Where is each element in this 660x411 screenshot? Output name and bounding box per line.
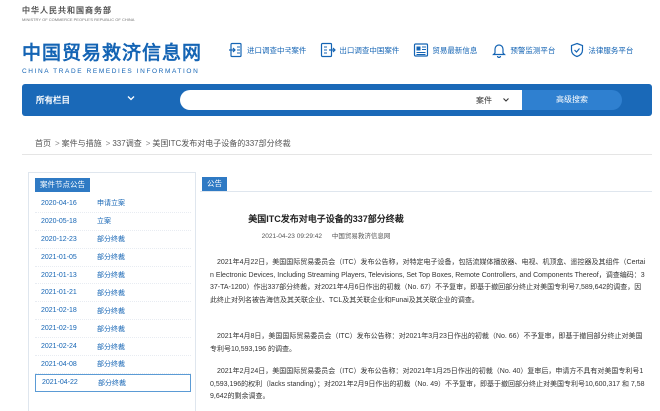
nav-label: 贸易最新信息 [432,45,478,55]
search-category-select[interactable]: 案件 [476,95,492,106]
ministry-header[interactable]: 中华人民共和国商务部 MINISTRY OF COMMERCE PEOPLE'S… [22,5,134,22]
list-item[interactable]: 2021-04-08 部分终裁 [35,356,191,374]
list-item-active[interactable]: 2021-04-22 部分终裁 [35,373,191,392]
item-date: 2021-02-18 [41,307,77,315]
panel-header: 案件节点公告 [35,178,90,192]
article-paragraph: 2021年4月8日，美国国际贸易委员会（ITC）发布公告称：对2021年3月23… [210,333,643,353]
ministry-name-en: MINISTRY OF COMMERCE PEOPLE'S REPUBLIC O… [22,17,135,22]
list-item[interactable]: 2021-01-05 部分终裁 [35,249,191,267]
case-timeline-panel: 案件节点公告 2020-04-16 申请立案 2020-05-18 立案 2020-… [28,172,196,411]
all-columns-dropdown[interactable]: 所有栏目 [36,94,70,106]
item-label: 部分终裁 [97,289,125,297]
list-item[interactable]: 2021-01-21 部分终裁 [35,284,191,303]
nav-warning-platform[interactable]: 预警监测平台 [491,42,555,58]
export-doc-icon [321,42,337,58]
list-item[interactable]: 2021-02-24 部分终裁 [35,338,191,357]
breadcrumb-cases[interactable]: 案件与措施 [62,139,102,148]
advanced-search-button[interactable]: 高级搜索 [522,90,622,110]
article-meta: 2021-04-23 09:29:42 中国贸易救济信息网 [0,230,656,240]
site-title-en: CHINA TRADE REMEDIES INFORMATION [22,68,200,75]
item-label: 部分终裁 [97,343,125,351]
site-title-cn: 中国贸易救济信息网 [22,42,203,64]
list-item[interactable]: 2021-02-19 部分终裁 [35,320,191,339]
divider [22,154,652,155]
item-label: 部分终裁 [97,361,125,369]
nav-label: 出口调查中国案件 [339,45,400,55]
article-title: 美国ITC发布对电子设备的337部分终裁 [248,214,404,224]
top-nav: 进口调查中국案件 出口调查中国案件 贸易最新信息 预警监测平台 法律服务平台 [228,42,647,58]
list-item[interactable]: 2021-02-18 部分终裁 [35,302,191,321]
item-label: 部分终裁 [98,379,126,387]
list-item[interactable]: 2020-04-16 申请立案 [35,195,191,213]
item-label: 部分终裁 [97,254,125,262]
item-date: 2020-04-16 [41,199,77,207]
item-label: 申请立案 [97,200,125,208]
article-date: 2021-04-23 09:29:42 [261,233,323,240]
import-doc-icon [229,42,242,58]
nav-import-cases[interactable]: 进口调查中국案件 [228,42,306,58]
nav-label: 预警监测平台 [510,45,556,55]
item-label: 部分终裁 [97,272,125,279]
divider [200,191,652,192]
breadcrumb-home[interactable]: 首页 [35,139,51,148]
item-date: 2021-01-21 [41,289,77,297]
breadcrumb-separator: > [55,139,60,148]
nav-label: 进口调查中국案件 [247,45,307,55]
bell-icon [492,44,507,58]
nav-label: 法律服务平台 [588,45,634,55]
chevron-down-icon[interactable] [502,96,510,104]
article-source: 中国贸易救济信息网 [331,233,391,240]
breadcrumb-separator: > [145,139,151,148]
site-logo[interactable]: 中国贸易救济信息网 CHINA TRADE REMEDIES INFORMATI… [22,38,202,75]
item-label: 部分终裁 [97,325,125,333]
breadcrumb-337[interactable]: 337调查 [112,139,141,148]
nav-export-cases[interactable]: 出口调查中国案件 [320,42,399,58]
item-date: 2021-04-08 [41,360,77,368]
article-paragraph: 2021年4月22日，美国国际贸易委员会（ITC）发布公告称，对特定电子设备，包… [210,259,646,305]
news-icon [414,43,429,57]
search-bar: 所有栏目 案件 高级搜索 [22,84,652,116]
breadcrumb-current: 美国ITC发布对电子设备的337部分终裁 [152,139,291,148]
item-date: 2021-01-05 [41,253,77,261]
ministry-name-cn: 中华人民共和国商务部 [22,6,112,15]
chevron-down-icon[interactable] [126,93,136,103]
tab-announcement[interactable]: 公告 [202,177,227,191]
item-date: 2021-02-19 [41,325,77,333]
item-date: 2021-04-22 [42,379,78,387]
list-item[interactable]: 2021-01-13 部分终裁 [35,267,191,285]
nav-latest-news[interactable]: 贸易最新信息 [413,42,477,58]
breadcrumb: 首页 > 案件与措施 >337调查 > 美国ITC发布对电子设备的337部分终裁 [35,138,293,149]
item-date: 2021-01-13 [41,271,77,279]
article-paragraph: 2021年2月24日，美国国际贸易委员会（ITC）发布公告称：对2021年1月2… [210,368,645,401]
item-label: 部分终裁 [97,307,125,315]
nav-legal-platform[interactable]: 法律服务平台 [569,42,633,58]
breadcrumb-separator: > [105,139,111,148]
shield-icon [571,42,584,58]
item-date: 2021-02-24 [41,343,77,351]
search-input[interactable]: 案件 [180,90,522,110]
